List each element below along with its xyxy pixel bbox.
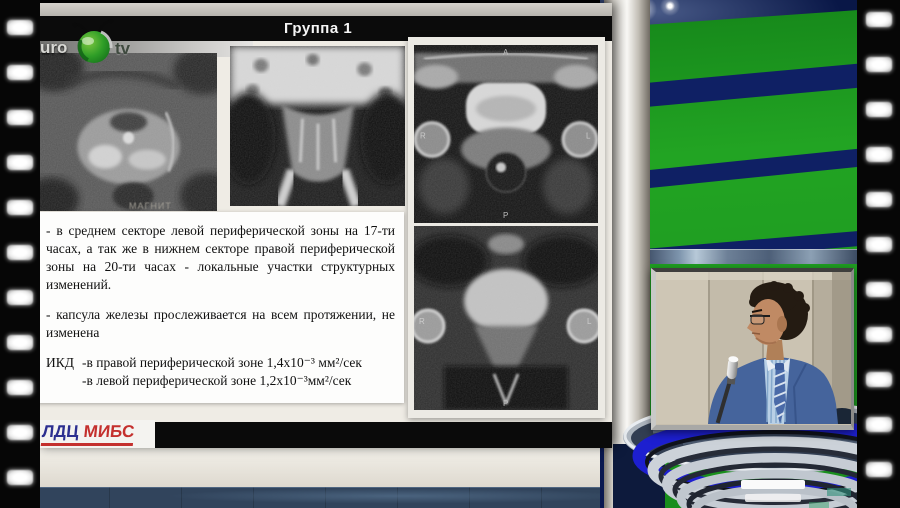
adc-left-zone: -в левой периферической зоне 1,2x10⁻³мм²… — [82, 372, 362, 390]
sprocket-hole — [866, 147, 892, 162]
sprocket-hole — [866, 102, 892, 117]
video-frame: Группа 1 uro tv — [0, 0, 900, 508]
bottom-slate-strip — [37, 487, 612, 508]
finding-item-1: - в среднем секторе левой периферической… — [46, 222, 395, 294]
speaker-image — [656, 272, 851, 424]
clinic-logo: ЛДЦМИБС — [37, 420, 155, 448]
channel-logo-text-left: uro — [40, 39, 67, 56]
mri-image-coronal-prostate — [230, 46, 405, 206]
presentation-slide: Группа 1 uro tv — [37, 3, 612, 447]
adc-values: ИКД -в правой периферической зоне 1,4x10… — [46, 354, 395, 390]
finding-item-2: - капсула железы прослеживается на всем … — [46, 306, 395, 342]
slide-top-strip — [37, 3, 612, 16]
channel-logo: uro tv — [37, 17, 165, 67]
studio-metal-band — [648, 249, 857, 264]
sprocket-hole — [866, 237, 892, 252]
channel-logo-bug-icon — [71, 19, 117, 65]
slide-watermark: МАГНИТ — [129, 201, 172, 211]
clinic-logo-ldc: ЛДЦ — [41, 422, 79, 441]
sprocket-hole — [7, 20, 33, 35]
sprocket-hole — [7, 380, 33, 395]
sprocket-hole — [866, 192, 892, 207]
sprocket-hole — [7, 335, 33, 350]
sprocket-hole — [866, 57, 892, 72]
mri-image-axial-pelvis-lower: R L P — [414, 226, 598, 410]
mri-image-axial-prostate — [40, 53, 217, 211]
mri-right-panel: R L A P — [408, 37, 605, 418]
bottom-light-strip — [37, 447, 612, 487]
sprocket-hole — [7, 470, 33, 485]
sprocket-hole — [866, 462, 892, 477]
sprocket-hole — [866, 327, 892, 342]
sprocket-hole — [7, 65, 33, 80]
sprocket-hole — [7, 245, 33, 260]
sprocket-hole — [7, 425, 33, 440]
adc-label: ИКД — [46, 354, 82, 390]
sprocket-hole — [7, 155, 33, 170]
sprocket-hole — [7, 110, 33, 125]
adc-right-zone: -в правой периферической зоне 1,4x10⁻³ м… — [82, 354, 362, 372]
film-strip-right — [857, 0, 900, 508]
slide-bottom-bar — [155, 422, 612, 448]
findings-text-block: - в среднем секторе левой периферической… — [37, 212, 404, 403]
film-strip-left — [0, 0, 40, 508]
sprocket-hole — [866, 417, 892, 432]
sprocket-hole — [7, 290, 33, 305]
mri-image-axial-pelvis-upper: R L A P — [414, 45, 598, 223]
sprocket-hole — [866, 372, 892, 387]
sprocket-hole — [866, 282, 892, 297]
sprocket-hole — [7, 200, 33, 215]
sprocket-hole — [866, 12, 892, 27]
channel-logo-text-right: tv — [115, 40, 130, 57]
clinic-logo-mibs: МИБС — [83, 422, 136, 441]
speaker-video-inset — [651, 268, 854, 430]
